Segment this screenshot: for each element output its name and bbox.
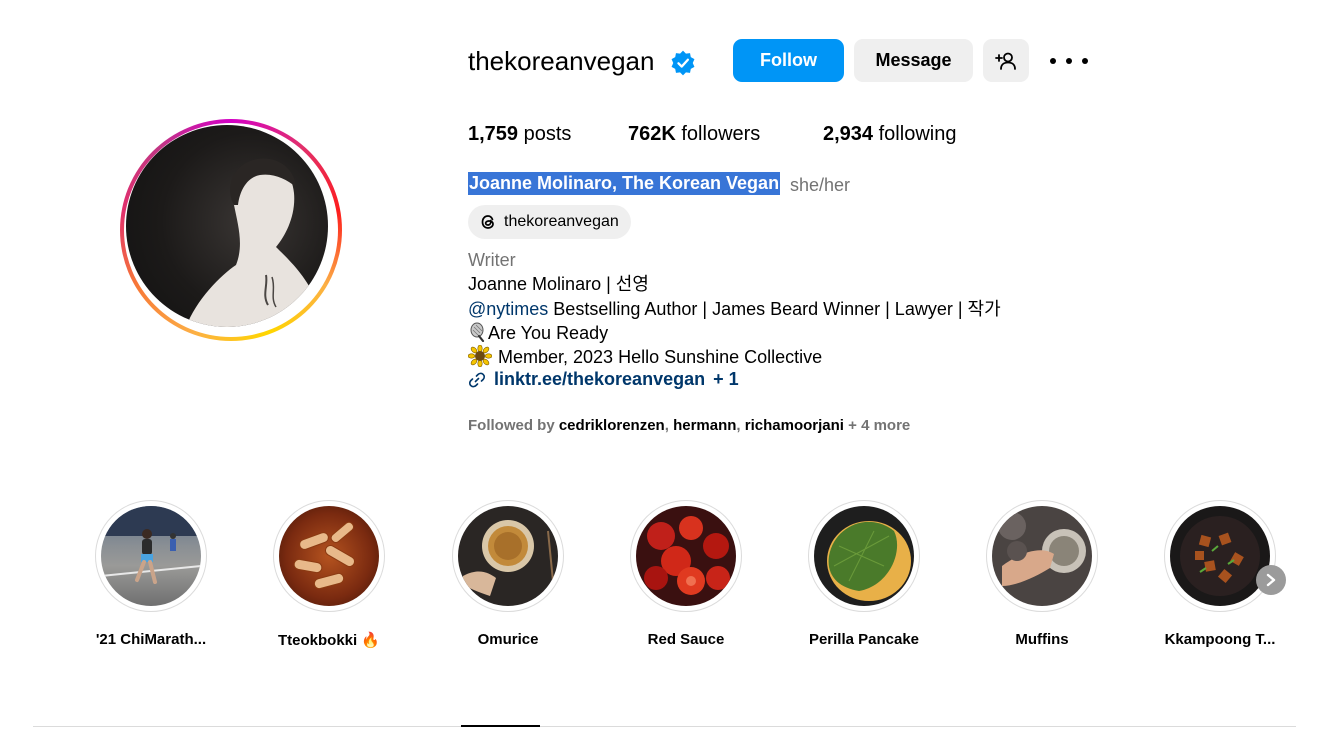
followers-count: 762K	[628, 123, 676, 145]
profile-photo-image	[186, 158, 321, 327]
highlight-label-red-sauce[interactable]: Red Sauce	[611, 631, 761, 648]
bio-external-link[interactable]: linktr.ee/thekoreanvegan + 1	[468, 369, 739, 390]
highlight-ring	[630, 500, 742, 612]
highlight-ring	[986, 500, 1098, 612]
bio-line-member-text: Member, 2023 Hello Sunshine Collective	[498, 347, 823, 367]
full-name: Joanne Molinaro, The Korean Vegan	[468, 172, 781, 195]
followers-label: followers	[681, 123, 761, 145]
highlight-ring	[95, 500, 207, 612]
highlight-cover-red-sauce	[636, 506, 736, 606]
highlight-kkampoong-tofu[interactable]	[1164, 500, 1276, 612]
posts-stat: 1,759 posts	[468, 121, 571, 147]
bio-line-ready: Are You Ready	[468, 321, 608, 345]
tabs-divider	[33, 726, 1296, 727]
highlight-omurice[interactable]	[452, 500, 564, 612]
highlight-label-omurice[interactable]: Omurice	[433, 631, 583, 648]
highlight-cover-omurice	[458, 506, 558, 606]
bio-link-text[interactable]: linktr.ee/thekoreanvegan	[494, 369, 705, 390]
followed-by-prefix: Followed by	[468, 417, 559, 434]
highlight-ring	[808, 500, 920, 612]
highlight-cover-muffins	[992, 506, 1092, 606]
bio-link-extra[interactable]: + 1	[713, 369, 739, 390]
threads-icon	[481, 215, 494, 229]
followers-stat[interactable]: 762K followers	[628, 121, 760, 147]
follower-link-1[interactable]: cedriklorenzen	[559, 417, 665, 434]
threads-handle: thekoreanvegan	[504, 213, 619, 230]
following-stat[interactable]: 2,934 following	[823, 121, 956, 147]
highlight-label-perilla-pancake[interactable]: Perilla Pancake	[789, 631, 939, 648]
highlight-tteokbokki[interactable]	[273, 500, 385, 612]
highlight-red-sauce[interactable]	[630, 500, 742, 612]
highlight-cover-kkampoong-tofu	[1170, 506, 1270, 606]
chevron-right-icon	[1266, 573, 1276, 587]
add-user-icon	[995, 52, 1016, 70]
follower-link-2[interactable]: hermann	[673, 417, 736, 434]
highlight-cover-perilla-pancake	[814, 506, 914, 606]
following-label: following	[878, 123, 957, 145]
posts-label: posts	[523, 123, 572, 145]
profile-picture[interactable]	[126, 125, 328, 327]
highlight-label-chimarathon[interactable]: '21 ChiMarath...	[76, 631, 226, 648]
highlight-label-tteokbokki[interactable]: Tteokbokki 🔥	[254, 631, 404, 649]
highlight-muffins[interactable]	[986, 500, 1098, 612]
more-dot	[1066, 58, 1072, 64]
highlight-ring	[1164, 500, 1276, 612]
link-icon	[468, 372, 486, 387]
highlights-next-button[interactable]	[1256, 565, 1286, 595]
bio-line-name: Joanne Molinaro | 선영	[468, 274, 649, 294]
profile-picture-story-ring[interactable]	[120, 119, 342, 341]
highlight-cover-tteokbokki	[279, 506, 379, 606]
highlight-ring	[452, 500, 564, 612]
follower-link-3[interactable]: richamoorjani	[745, 417, 844, 434]
bio-line-author-text: Bestselling Author | James Beard Winner …	[548, 299, 1001, 319]
highlight-label-muffins[interactable]: Muffins	[967, 631, 1117, 648]
follow-button[interactable]: Follow	[733, 39, 844, 82]
bio-line-member: Member, 2023 Hello Sunshine Collective	[467, 344, 823, 369]
followed-by: Followed by cedriklorenzen, hermann, ric…	[468, 417, 911, 434]
verified-badge-icon	[670, 50, 696, 76]
posts-count: 1,759	[468, 123, 519, 145]
message-button[interactable]: Message	[854, 39, 973, 82]
more-options-button[interactable]	[1050, 49, 1088, 73]
username: thekoreanvegan	[468, 46, 655, 76]
active-tab-indicator	[461, 725, 540, 727]
more-dots-icon	[1050, 58, 1056, 64]
category-label: Writer	[468, 250, 516, 270]
bio-line-author: @nytimes Bestselling Author | James Bear…	[468, 297, 1001, 321]
bio-line-ready-text: Are You Ready	[488, 323, 609, 343]
nytimes-mention-link[interactable]: @nytimes	[468, 299, 548, 319]
microphone-icon	[470, 322, 485, 343]
threads-link[interactable]: thekoreanvegan	[468, 205, 631, 239]
sunflower-icon	[467, 344, 493, 368]
highlight-label-kkampoong-tofu[interactable]: Kkampoong T...	[1145, 631, 1295, 648]
highlight-chimarathon[interactable]	[95, 500, 207, 612]
highlight-ring	[273, 500, 385, 612]
pronouns: she/her	[790, 175, 851, 195]
followed-by-more[interactable]: + 4 more	[844, 417, 910, 434]
following-count: 2,934	[823, 123, 874, 145]
highlight-cover-runner	[101, 506, 201, 606]
more-dot	[1082, 58, 1088, 64]
suggested-users-button[interactable]	[983, 39, 1029, 82]
highlight-perilla-pancake[interactable]	[808, 500, 920, 612]
